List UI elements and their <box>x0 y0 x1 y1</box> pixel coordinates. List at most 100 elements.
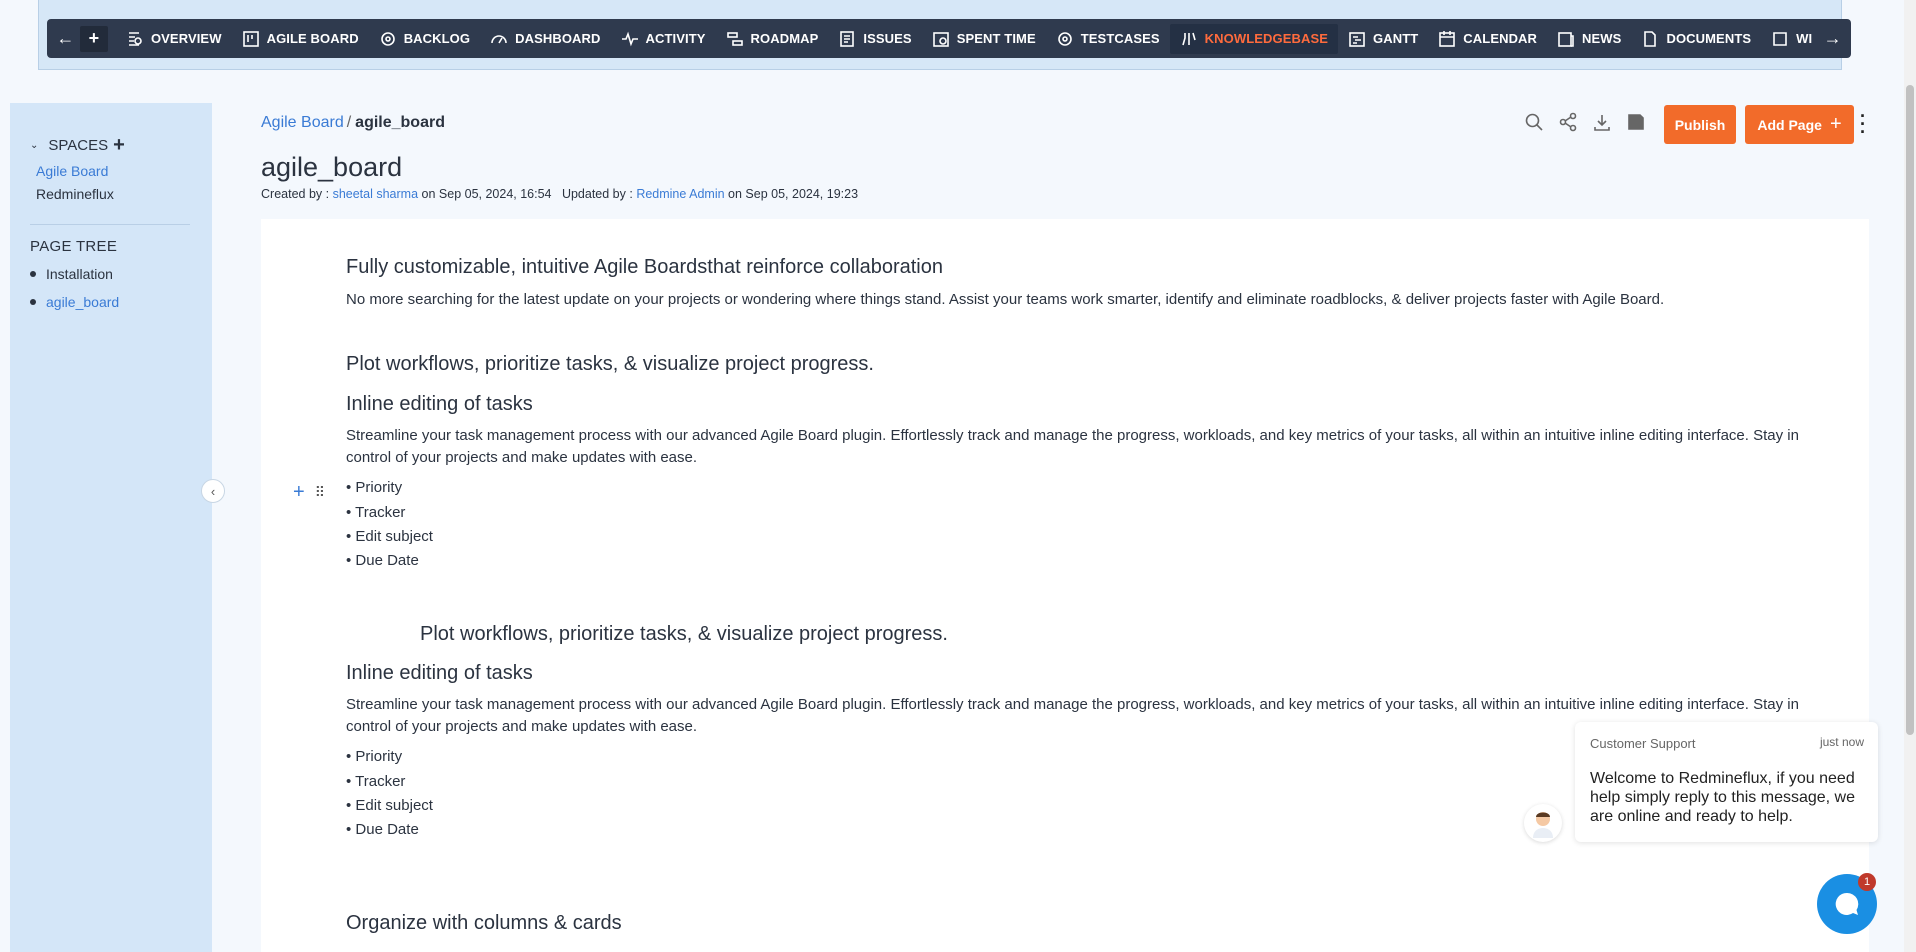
menu-testcases[interactable]: TESTCASES <box>1046 24 1170 54</box>
spent-time-icon <box>932 31 949 47</box>
menu-documents[interactable]: DOCUMENTS <box>1631 24 1761 54</box>
menu-dashboard-label: DASHBOARD <box>515 31 601 46</box>
page-meta: Created by : sheetal sharma on Sep 05, 2… <box>261 187 858 201</box>
space-link-agile-board[interactable]: Agile Board <box>36 163 108 179</box>
tree-item-label: Installation <box>46 266 113 282</box>
content-paragraph: No more searching for the latest update … <box>346 291 1665 308</box>
created-by-link[interactable]: sheetal sharma <box>333 187 418 201</box>
menu-testcases-label: TESTCASES <box>1080 31 1160 46</box>
bullet-icon <box>30 299 36 305</box>
created-on-text: on Sep 05, 2024, 16:54 <box>421 187 552 201</box>
space-link-redmineflux[interactable]: Redmineflux <box>36 186 114 202</box>
menu-overview-label: OVERVIEW <box>150 31 222 46</box>
menu-news[interactable]: NEWS <box>1547 24 1631 54</box>
spaces-label: SPACES <box>48 137 109 154</box>
project-menu: ← + OVERVIEW AGILE BOARD BACKLOG DASHBOA… <box>47 19 1851 58</box>
chat-message-card[interactable]: Customer Support just now Welcome to Red… <box>1575 722 1878 842</box>
chevron-down-icon: ⌄ <box>30 140 39 151</box>
updated-by-link[interactable]: Redmine Admin <box>636 187 724 201</box>
menu-roadmap[interactable]: ROADMAP <box>716 24 829 54</box>
breadcrumb-current: agile_board <box>355 114 445 131</box>
content-heading: Plot workflows, prioritize tasks, & visu… <box>420 623 948 645</box>
content-heading: Organize with columns & cards <box>346 912 622 934</box>
content-heading: Inline editing of tasks <box>346 393 533 415</box>
menu-spent-time[interactable]: SPENT TIME <box>922 24 1046 54</box>
updated-on-text: on Sep 05, 2024, 19:23 <box>728 187 859 201</box>
roadmap-icon <box>726 31 743 46</box>
list-item: • Tracker <box>346 504 406 521</box>
page-content: Fully customizable, intuitive Agile Boar… <box>261 219 1869 952</box>
menu-gantt[interactable]: GANTT <box>1338 24 1428 54</box>
list-item: • Priority <box>346 748 403 765</box>
scrollbar-thumb[interactable] <box>1906 85 1914 735</box>
content-heading: Inline editing of tasks <box>346 662 533 684</box>
spaces-header[interactable]: ⌄ SPACES + <box>30 134 125 157</box>
menu-scroll-left-button[interactable]: ← <box>55 25 76 53</box>
menu-gantt-label: GANTT <box>1373 31 1419 46</box>
menu-agile-board[interactable]: AGILE BOARD <box>232 24 369 54</box>
documents-icon <box>1644 30 1657 47</box>
agile-board-icon <box>242 30 259 47</box>
new-item-button[interactable]: + <box>79 25 108 52</box>
chat-message: Welcome to Redmineflux, if you need help… <box>1590 770 1855 825</box>
save-icon[interactable] <box>1626 112 1646 132</box>
unread-badge: 1 <box>1858 873 1876 891</box>
sidebar-divider <box>30 224 190 225</box>
add-block-icon[interactable]: + <box>293 481 305 504</box>
page-title: agile_board <box>261 152 403 182</box>
calendar-icon <box>1439 30 1456 47</box>
menu-issues[interactable]: ISSUES <box>828 24 921 54</box>
tree-item-installation[interactable]: Installation <box>30 266 113 282</box>
menu-overview[interactable]: OVERVIEW <box>116 24 232 54</box>
sidebar: ⌄ SPACES + Agile Board Redmineflux PAGE … <box>10 103 212 952</box>
search-icon[interactable] <box>1524 112 1544 132</box>
menu-backlog-label: BACKLOG <box>403 31 471 46</box>
page-scrollbar[interactable] <box>1904 0 1916 952</box>
menu-backlog[interactable]: BACKLOG <box>369 24 480 54</box>
breadcrumb: Agile Board / agile_board <box>261 114 445 132</box>
content-heading: Plot workflows, prioritize tasks, & visu… <box>346 353 874 375</box>
overview-icon <box>128 31 142 46</box>
collapse-sidebar-button[interactable]: ‹ <box>201 479 225 503</box>
add-space-icon[interactable]: + <box>113 134 125 157</box>
menu-dashboard[interactable]: DASHBOARD <box>480 24 610 54</box>
menu-calendar[interactable]: CALENDAR <box>1428 24 1547 54</box>
menu-wiki[interactable]: WI <box>1761 24 1822 54</box>
block-tools: + ⠿ <box>293 481 325 504</box>
menu-wiki-label: WI <box>1796 31 1813 46</box>
menu-scroll-right-button[interactable]: → <box>1822 25 1843 53</box>
created-by-label: Created by : <box>261 187 330 201</box>
list-item: • Due Date <box>346 821 419 838</box>
menu-activity-label: ACTIVITY <box>645 31 706 46</box>
drag-handle-icon[interactable]: ⠿ <box>315 484 325 501</box>
more-options-icon[interactable]: · · · <box>1859 107 1867 141</box>
menu-knowledgebase[interactable]: KNOWLEDGEBASE <box>1169 23 1339 54</box>
menu-agile-board-label: AGILE BOARD <box>266 31 359 46</box>
breadcrumb-parent-link[interactable]: Agile Board <box>261 114 344 132</box>
tree-item-agile-board[interactable]: agile_board <box>30 294 119 310</box>
updated-by-label: Updated by : <box>561 187 633 201</box>
download-icon[interactable] <box>1592 112 1612 132</box>
add-page-button[interactable]: Add Page + <box>1745 105 1854 144</box>
menu-documents-label: DOCUMENTS <box>1666 31 1752 46</box>
dashboard-icon <box>491 34 507 43</box>
bullet-icon <box>30 271 36 277</box>
share-icon[interactable] <box>1558 112 1578 132</box>
menu-calendar-label: CALENDAR <box>1463 31 1538 46</box>
menu-knowledgebase-label: KNOWLEDGEBASE <box>1204 31 1329 46</box>
breadcrumb-separator: / <box>346 114 352 131</box>
page-tree-header: PAGE TREE <box>30 238 118 255</box>
issues-icon <box>840 30 855 47</box>
list-item: • Edit subject <box>346 797 433 814</box>
menu-activity[interactable]: ACTIVITY <box>611 24 716 54</box>
chat-time: just now <box>1819 735 1864 749</box>
add-page-label: Add Page <box>1757 116 1822 133</box>
menu-issues-label: ISSUES <box>863 31 912 46</box>
chat-icon <box>1835 892 1859 915</box>
list-item: • Due Date <box>346 552 419 569</box>
tree-item-label: agile_board <box>46 294 120 310</box>
publish-button[interactable]: Publish <box>1664 105 1736 144</box>
support-avatar <box>1524 804 1562 842</box>
testcases-icon <box>1057 31 1072 46</box>
wiki-icon <box>1773 31 1787 46</box>
